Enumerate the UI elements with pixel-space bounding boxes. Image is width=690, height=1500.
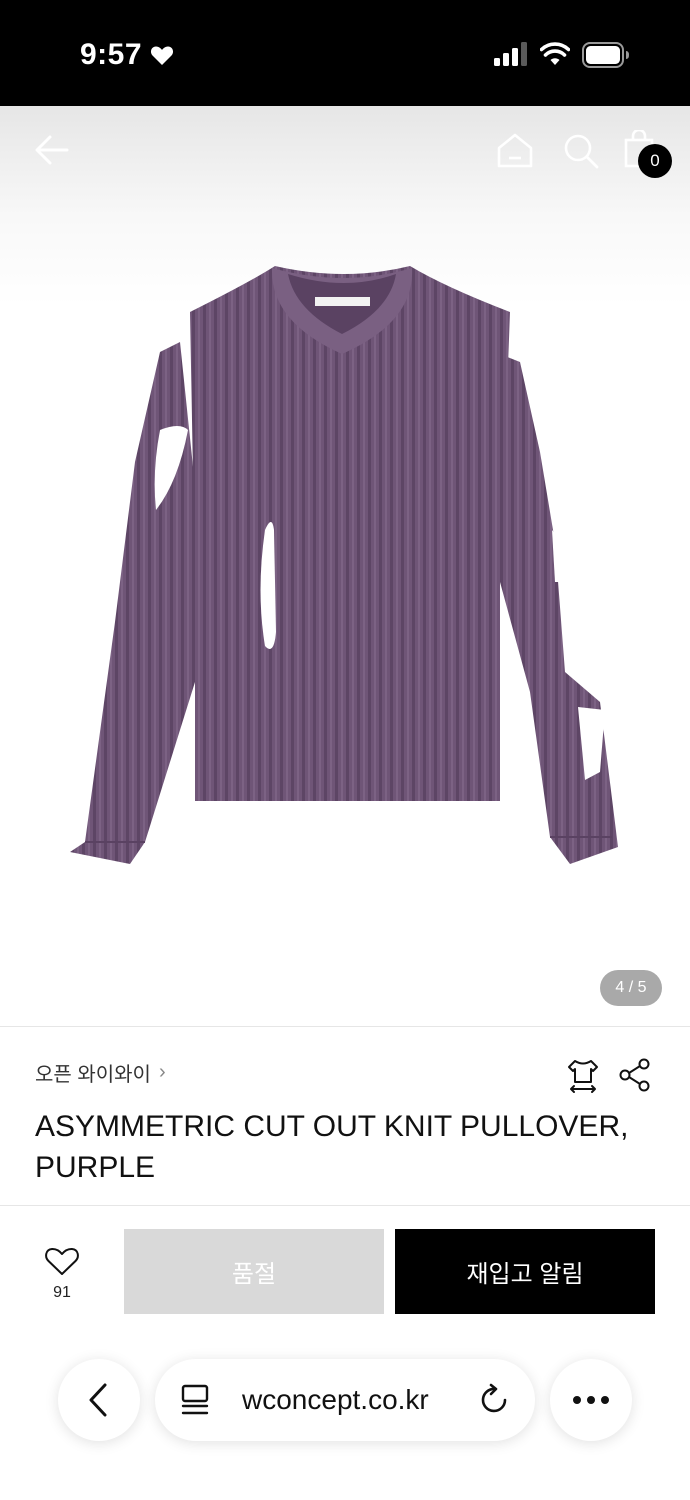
- wishlist-heart-icon[interactable]: [40, 1244, 84, 1278]
- reader-view-icon[interactable]: [180, 1384, 210, 1416]
- brand-link[interactable]: 오픈 와이와이 ›: [35, 1058, 166, 1087]
- status-bar: 9:57: [0, 0, 690, 106]
- divider: [0, 1026, 690, 1027]
- status-time: 9:57: [80, 38, 143, 71]
- wifi-icon: [540, 42, 570, 65]
- home-icon[interactable]: [496, 132, 534, 168]
- product-image[interactable]: [60, 252, 630, 872]
- search-icon[interactable]: [562, 132, 600, 170]
- divider: [0, 1205, 690, 1206]
- sold-out-button[interactable]: 품절: [124, 1229, 384, 1314]
- share-icon[interactable]: [618, 1058, 652, 1092]
- battery-icon: [582, 42, 629, 68]
- url-text[interactable]: wconcept.co.kr: [242, 1384, 429, 1416]
- cellular-signal-icon: [494, 42, 527, 66]
- chevron-left-icon[interactable]: [85, 1382, 111, 1418]
- wishlist-count: 91: [53, 1284, 71, 1301]
- size-guide-icon[interactable]: [566, 1058, 600, 1094]
- restock-notify-button[interactable]: 재입고 알림: [395, 1229, 655, 1314]
- chevron-right-icon: ›: [158, 1061, 166, 1083]
- back-arrow-icon[interactable]: [34, 132, 70, 168]
- cart-count-badge[interactable]: 0: [638, 144, 672, 178]
- brand-name: 오픈 와이와이: [35, 1064, 151, 1086]
- reload-icon[interactable]: [478, 1383, 512, 1417]
- heart-status-icon: [150, 46, 174, 65]
- ellipsis-icon[interactable]: [571, 1393, 611, 1407]
- image-pager: 4 / 5: [600, 970, 662, 1006]
- product-title: ASYMMETRIC CUT OUT KNIT PULLOVER, PURPLE: [35, 1110, 629, 1184]
